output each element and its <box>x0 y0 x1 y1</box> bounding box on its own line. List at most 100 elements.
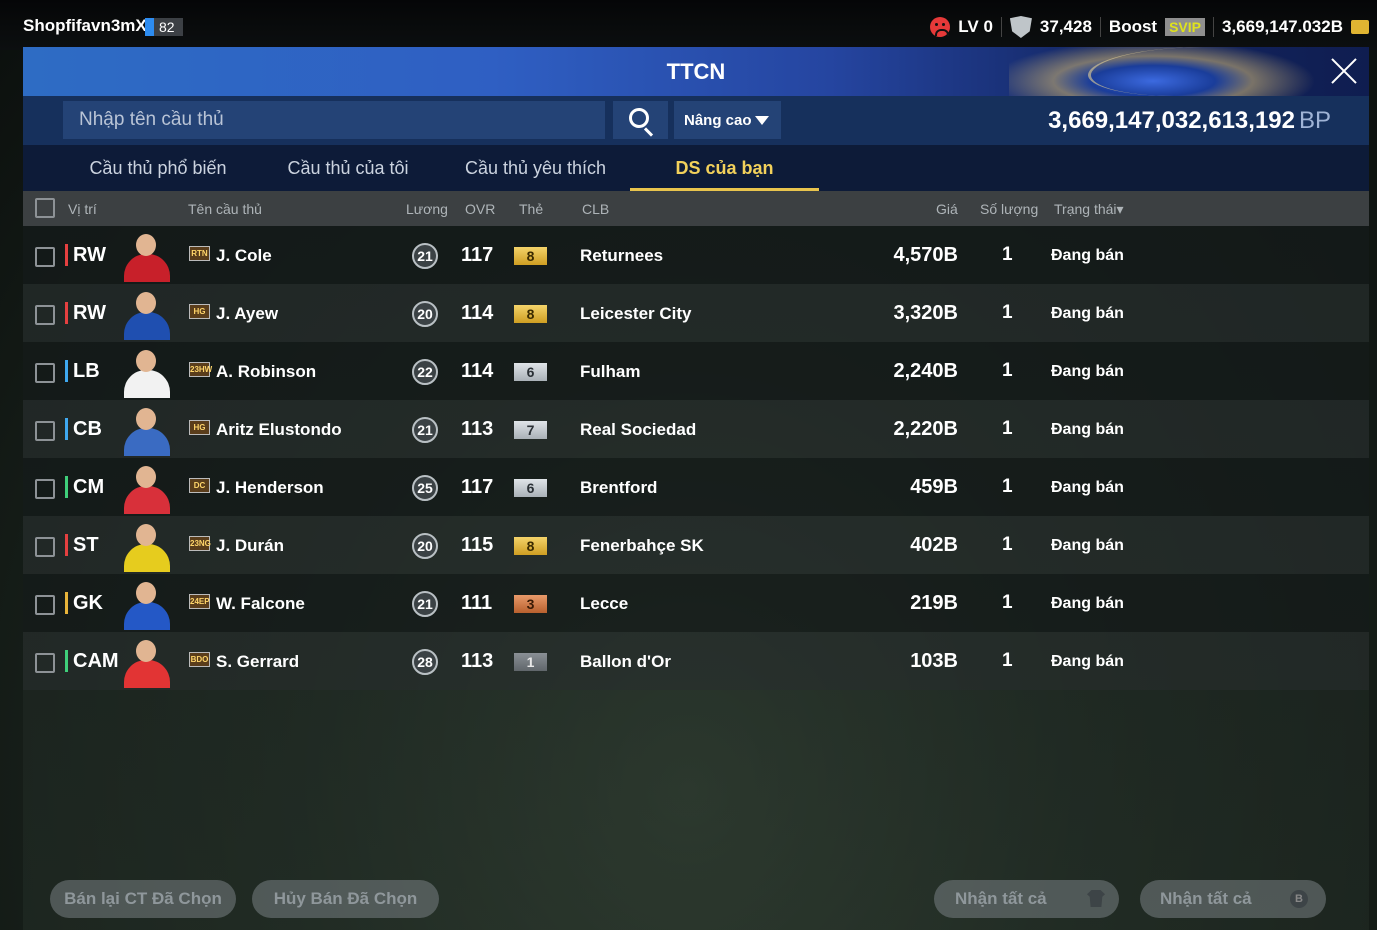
player-ovr: 115 <box>461 534 494 556</box>
close-icon[interactable] <box>1329 56 1359 86</box>
player-wage: 21 <box>412 243 438 269</box>
player-price: 459B <box>910 476 958 498</box>
col-wage[interactable]: Lương <box>406 201 448 217</box>
tab-my-players[interactable]: Cầu thủ của tôi <box>278 145 418 191</box>
search-button[interactable] <box>613 101 668 139</box>
player-name[interactable]: J. Henderson <box>216 478 324 498</box>
player-name[interactable]: Aritz Elustondo <box>216 420 342 440</box>
table-header: Vị trí Tên cầu thủ Lương OVR Thẻ CLB Giá… <box>23 191 1369 226</box>
head-shape <box>136 524 156 546</box>
row-checkbox[interactable] <box>35 305 55 325</box>
shirt-icon <box>1087 890 1105 907</box>
upgrade-grade-badge: 8 <box>514 247 547 265</box>
head-shape <box>136 640 156 662</box>
head-shape <box>136 292 156 314</box>
level-bar-icon <box>145 18 154 36</box>
player-avatar-icon[interactable] <box>120 288 174 340</box>
cancel-selected-button[interactable]: Hủy Bán Đã Chọn <box>252 880 439 918</box>
upgrade-grade-badge: 7 <box>514 421 547 439</box>
listing-status: Đang bán <box>1051 537 1124 554</box>
season-badge: 23HW <box>189 362 212 377</box>
row-checkbox[interactable] <box>35 595 55 615</box>
resell-selected-button[interactable]: Bán lại CT Đã Chọn <box>50 880 236 918</box>
row-checkbox[interactable] <box>35 421 55 441</box>
player-name[interactable]: J. Durán <box>216 536 284 556</box>
table-row[interactable]: CM DC J. Henderson 25 117 6 Brentford 459B 1 Đang… <box>23 458 1369 516</box>
player-name[interactable]: A. Robinson <box>216 362 316 382</box>
top-status-bar: Shopfifavn3mXr 82 LV 0 37,428 Boost SVIP… <box>0 0 1377 50</box>
player-avatar-icon[interactable] <box>120 230 174 282</box>
player-quantity: 1 <box>1002 244 1013 265</box>
kit-shape <box>124 312 170 340</box>
player-club: Returnees <box>580 246 664 265</box>
player-club: Leicester City <box>580 304 692 323</box>
player-name[interactable]: W. Falcone <box>216 594 305 614</box>
row-checkbox[interactable] <box>35 363 55 383</box>
boost-label[interactable]: Boost <box>1109 17 1157 37</box>
col-grade[interactable]: Thẻ <box>519 201 543 217</box>
player-club: Brentford <box>580 478 658 497</box>
player-name[interactable]: S. Gerrard <box>216 652 299 672</box>
table-row[interactable]: ST 23NG J. Durán 20 115 8 Fenerbahçe SK 402B 1 Đa… <box>23 516 1369 574</box>
col-quantity[interactable]: Số lượng <box>980 201 1038 217</box>
col-club[interactable]: CLB <box>582 201 609 217</box>
row-checkbox[interactable] <box>35 653 55 673</box>
player-avatar-icon[interactable] <box>120 346 174 398</box>
season-badge: HG <box>189 304 210 319</box>
player-position: CM <box>65 476 104 498</box>
table-row[interactable]: GK 24EP W. Falcone 21 111 3 Lecce 219B 1 Đang bán <box>23 574 1369 632</box>
col-name[interactable]: Tên cầu thủ <box>188 201 262 217</box>
player-name[interactable]: J. Cole <box>216 246 272 266</box>
tab-popular-players[interactable]: Cầu thủ phổ biến <box>83 145 233 191</box>
table-row[interactable]: CAM BDO S. Gerrard 28 113 1 Ballon d'Or 103B 1 Đa… <box>23 632 1369 690</box>
svip-badge[interactable]: SVIP <box>1165 18 1205 36</box>
advanced-dropdown[interactable]: Nâng cao <box>674 101 781 139</box>
head-shape <box>136 582 156 604</box>
tab-your-list[interactable]: DS của bạn <box>630 145 819 191</box>
user-level-badge: 82 <box>145 18 183 36</box>
listing-status: Đang bán <box>1051 421 1124 438</box>
row-checkbox[interactable] <box>35 247 55 267</box>
col-price[interactable]: Giá <box>936 201 958 217</box>
search-input[interactable] <box>63 101 605 139</box>
points-value: 37,428 <box>1039 17 1092 36</box>
player-quantity: 1 <box>1002 534 1013 555</box>
player-wage: 21 <box>412 417 438 443</box>
col-position[interactable]: Vị trí <box>68 201 97 217</box>
player-position: RW <box>65 244 106 266</box>
player-avatar-icon[interactable] <box>120 520 174 572</box>
table-row[interactable]: RW RTN J. Cole 21 117 8 Returnees 4,570B 1 Đang b… <box>23 226 1369 284</box>
col-status[interactable]: Trạng thái▾ <box>1054 201 1124 218</box>
col-ovr[interactable]: OVR <box>465 201 495 217</box>
player-position: CAM <box>65 650 119 672</box>
balance-unit: BP <box>1298 107 1331 134</box>
row-checkbox[interactable] <box>35 479 55 499</box>
balance-value: 3,669,147,032,613,192 <box>1048 107 1295 134</box>
table-row[interactable]: LB 23HW A. Robinson 22 114 6 Fulham 2,240B 1 Đang… <box>23 342 1369 400</box>
player-wage: 28 <box>412 649 438 675</box>
table-row[interactable]: CB HG Aritz Elustondo 21 113 7 Real Sociedad 2,… <box>23 400 1369 458</box>
claim-all-bp-button[interactable]: Nhận tất cả B <box>1140 880 1326 918</box>
player-name[interactable]: J. Ayew <box>216 304 278 324</box>
player-club: Real Sociedad <box>580 420 697 439</box>
listing-status: Đang bán <box>1051 363 1124 380</box>
player-price: 2,240B <box>893 360 959 382</box>
player-avatar-icon[interactable] <box>120 578 174 630</box>
listing-status: Đang bán <box>1051 595 1124 612</box>
player-quantity: 1 <box>1002 418 1013 439</box>
tab-favorite-players[interactable]: Cầu thủ yêu thích <box>458 145 613 191</box>
player-avatar-icon[interactable] <box>120 636 174 688</box>
select-all-checkbox[interactable] <box>35 198 55 218</box>
row-checkbox[interactable] <box>35 537 55 557</box>
claim-all-button[interactable]: Nhận tất cả <box>934 880 1119 918</box>
player-price: 4,570B <box>893 244 959 266</box>
player-avatar-icon[interactable] <box>120 462 174 514</box>
player-quantity: 1 <box>1002 360 1013 381</box>
chevron-down-icon <box>755 116 769 125</box>
season-badge: DC <box>189 478 210 493</box>
table-row[interactable]: RW HG J. Ayew 20 114 8 Leicester City 3,320B 1 Đa… <box>23 284 1369 342</box>
player-quantity: 1 <box>1002 592 1013 613</box>
season-badge: BDO <box>189 652 210 667</box>
player-avatar-icon[interactable] <box>120 404 174 456</box>
player-quantity: 1 <box>1002 650 1013 671</box>
